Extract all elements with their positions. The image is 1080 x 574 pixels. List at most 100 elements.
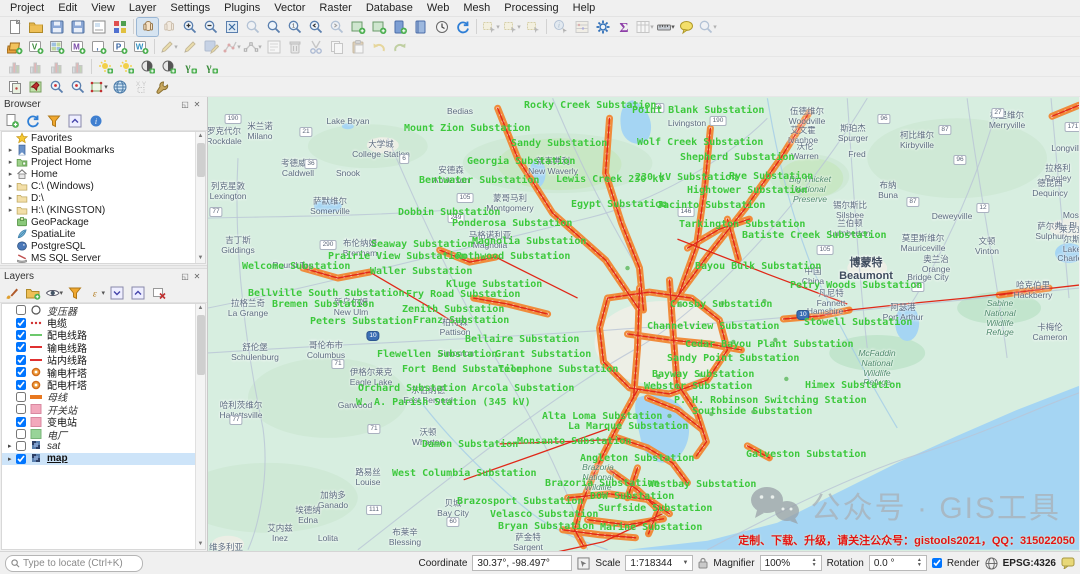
layer-item-输电线路[interactable]: 输电线路 (2, 341, 205, 355)
save-layer-edits-button[interactable] (200, 38, 221, 56)
extents-toggle-icon[interactable] (577, 556, 590, 570)
osm-place-search-button[interactable]: ▾ (697, 18, 718, 36)
save-project-as-button[interactable] (67, 18, 88, 36)
add-group-button[interactable] (24, 285, 42, 302)
layer-item-sat[interactable]: ▸ sat (2, 440, 205, 452)
add-vector-layer-button[interactable]: V (25, 38, 46, 56)
layer-item-电缆[interactable]: 电缆 (2, 316, 205, 330)
filter-by-expression-button[interactable]: ε ▾ (87, 285, 105, 302)
deselect-features-button[interactable] (522, 18, 543, 36)
layer-item-配电线路[interactable]: 配电线路 (2, 329, 205, 342)
browser-refresh-button[interactable] (24, 113, 42, 130)
layer-item-开关站[interactable]: 开关站 (2, 403, 205, 417)
move-label-button[interactable] (67, 78, 88, 96)
data-source-manager-button[interactable] (4, 38, 25, 56)
layer-checkbox-配电杆塔[interactable] (16, 379, 26, 390)
layer-item-变压器[interactable]: 变压器 (2, 304, 205, 318)
menu-mesh[interactable]: Mesh (456, 1, 497, 15)
browser-item-h-kingston[interactable]: ▸ H:\ (KINGSTON) (2, 204, 205, 216)
layer-checkbox-输电线路[interactable] (16, 342, 26, 353)
browser-collapse-all-button[interactable] (66, 113, 84, 130)
highlight-pinned-labels-button[interactable] (46, 78, 67, 96)
collapse-all-button[interactable] (129, 285, 147, 302)
add-wms-layer-button[interactable]: W (130, 38, 151, 56)
layer-checkbox-电厂[interactable] (16, 429, 26, 440)
layer-checkbox-变压器[interactable] (16, 305, 26, 316)
layer-checkbox-变电站[interactable] (16, 416, 26, 427)
browser-item-spatial-bookmarks[interactable]: ▸ Spatial Bookmarks (2, 144, 205, 156)
browser-scrollbar[interactable]: ▲ ▼ (195, 132, 205, 263)
layer-checkbox-配电线路[interactable] (16, 329, 26, 340)
crs-badge[interactable]: EPSG:4326 (1003, 558, 1056, 569)
paste-features-button[interactable] (347, 38, 368, 56)
layer-item-电厂[interactable]: 电厂 (2, 428, 205, 442)
layer-checkbox-电缆[interactable] (16, 317, 26, 328)
layers-float-icon[interactable]: ◱ (179, 272, 191, 281)
browser-item-spatialite[interactable]: SpatiaLite (2, 228, 205, 240)
menu-view[interactable]: View (84, 1, 122, 15)
current-edits-button[interactable]: ▾ (158, 38, 179, 56)
browser-item-d[interactable]: ▸ D:\ (2, 192, 205, 204)
add-feature-button[interactable]: ▾ (221, 38, 242, 56)
undo-button[interactable] (368, 38, 389, 56)
browser-filter-button[interactable] (45, 113, 63, 130)
magnifier-spinbox[interactable]: 100% ▲ ▼ (759, 555, 822, 571)
add-postgis-layer-button[interactable]: P (109, 38, 130, 56)
zoom-full-button[interactable] (221, 18, 242, 36)
save-project-button[interactable] (46, 18, 67, 36)
modify-attributes-button[interactable] (263, 38, 284, 56)
layer-item-输电杆塔[interactable]: 输电杆塔 (2, 366, 205, 380)
select-by-value-button[interactable]: ▾ (501, 18, 522, 36)
layer-checkbox-开关站[interactable] (16, 404, 26, 415)
redo-button[interactable] (389, 38, 410, 56)
layer-item-站内线路[interactable]: 站内线路 (2, 354, 205, 367)
new-project-button[interactable] (4, 18, 25, 36)
new-3d-map-view-button[interactable] (368, 18, 389, 36)
select-features-button[interactable]: ▾ (480, 18, 501, 36)
layers-close-icon[interactable]: ✕ (191, 272, 203, 281)
coordinate-value[interactable]: 30.37°, -98.497° (472, 555, 573, 571)
statistics-panel-button[interactable]: Σ (613, 18, 634, 36)
delete-selected-button[interactable] (284, 38, 305, 56)
layout-manager-button[interactable] (88, 18, 109, 36)
copy-style-button[interactable] (4, 78, 25, 96)
processing-toolbox-button[interactable] (592, 18, 613, 36)
layer-checkbox-sat[interactable] (16, 441, 26, 452)
layers-scrollbar[interactable]: ▲ ▼ (195, 304, 205, 549)
browser-close-icon[interactable]: ✕ (191, 100, 203, 109)
refresh-map-button[interactable] (452, 18, 473, 36)
open-attribute-table-button[interactable]: ▾ (634, 18, 655, 36)
full-histogram-stretch-button[interactable] (25, 58, 46, 76)
increase-contrast-button[interactable] (137, 58, 158, 76)
measure-button[interactable]: ▾ (655, 18, 676, 36)
menu-project[interactable]: Project (3, 1, 51, 15)
pan-map-button[interactable] (136, 16, 159, 37)
zoom-to-selection-button[interactable] (242, 18, 263, 36)
menu-database[interactable]: Database (359, 1, 420, 15)
expand-all-button[interactable] (108, 285, 126, 302)
zoom-last-button[interactable] (305, 18, 326, 36)
layer-item-变电站[interactable]: 变电站 (2, 416, 205, 429)
locator-input[interactable]: Type to locate (Ctrl+K) (5, 554, 143, 572)
local-cumulative-stretch-button[interactable] (46, 58, 67, 76)
map-tips-button[interactable] (676, 18, 697, 36)
zoom-next-button[interactable] (326, 18, 347, 36)
new-spatial-bookmark-button[interactable] (389, 18, 410, 36)
menu-plugins[interactable]: Plugins (217, 1, 267, 15)
identify-features-button[interactable]: i (550, 18, 571, 36)
menu-web[interactable]: Web (420, 1, 456, 15)
messages-icon[interactable] (1061, 557, 1075, 569)
layer-item-母线[interactable]: 母线 (2, 391, 205, 404)
copy-features-button[interactable] (326, 38, 347, 56)
decrease-gamma-button[interactable]: γ (200, 58, 221, 76)
open-layer-styling-button[interactable] (3, 285, 21, 302)
menu-raster[interactable]: Raster (312, 1, 358, 15)
browser-properties-button[interactable]: i (87, 113, 105, 130)
layer-item-配电杆塔[interactable]: 配电杆塔 (2, 378, 205, 392)
rotation-spinbox[interactable]: 0.0 ° ▲ ▼ (868, 555, 927, 571)
crs-globe-icon[interactable] (985, 556, 998, 570)
layer-checkbox-站内线路[interactable] (16, 354, 26, 365)
full-cumulative-stretch-button[interactable] (67, 58, 88, 76)
browser-add-layer-button[interactable] (3, 113, 21, 130)
menu-layer[interactable]: Layer (122, 1, 164, 15)
